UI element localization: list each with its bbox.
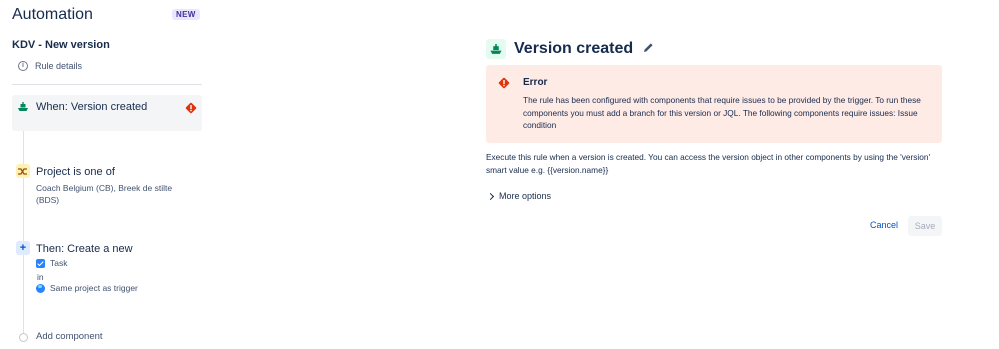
project-label: Same project as trigger xyxy=(50,283,138,293)
pencil-icon[interactable] xyxy=(643,40,654,58)
more-options-label: More options xyxy=(499,191,552,201)
save-button[interactable]: Save xyxy=(908,216,942,236)
timeline-connector xyxy=(23,120,24,335)
more-options-toggle[interactable]: More options xyxy=(486,191,552,201)
add-component-dot xyxy=(19,333,28,342)
rule-sidebar: Automation NEW KDV - New version i Rule … xyxy=(0,0,210,349)
trigger-step[interactable]: When: Version created xyxy=(12,95,202,131)
panel-title: Version created xyxy=(514,40,634,57)
plus-icon: + xyxy=(16,241,30,255)
ship-icon xyxy=(16,100,30,114)
action-step-label[interactable]: Then: Create a new xyxy=(36,243,133,255)
app-title: Automation xyxy=(12,6,93,23)
rule-name: KDV - New version xyxy=(12,39,110,51)
issue-type-label: Task xyxy=(50,258,68,268)
project-globe-icon xyxy=(36,283,45,293)
rule-details-label: Rule details xyxy=(35,61,83,71)
error-icon xyxy=(498,76,510,94)
error-message: The rule has been configured with compon… xyxy=(523,95,921,130)
panel-header: Version created xyxy=(486,39,654,59)
trigger-description: Execute this rule when a version is crea… xyxy=(486,152,931,175)
ship-icon xyxy=(486,39,506,59)
chevron-right-icon xyxy=(486,192,495,200)
cancel-button[interactable]: Cancel xyxy=(866,218,902,232)
add-component-button[interactable]: Add component xyxy=(36,331,103,342)
info-icon: i xyxy=(18,61,28,71)
new-badge: NEW xyxy=(172,9,200,20)
warning-diamond-icon xyxy=(185,101,197,119)
issue-type-row: Task xyxy=(36,258,67,268)
condition-step-label[interactable]: Project is one of xyxy=(36,166,115,178)
error-title: Error xyxy=(523,77,548,88)
shuffle-icon xyxy=(16,164,30,178)
project-row: Same project as trigger xyxy=(36,283,138,293)
sidebar-divider xyxy=(12,84,202,85)
in-text: in xyxy=(37,272,44,282)
trigger-label: When: Version created xyxy=(36,101,148,113)
condition-detail: Coach Belgium (CB), Breek de stilte (BDS… xyxy=(36,183,173,205)
error-banner: Error The rule has been configured with … xyxy=(486,65,942,143)
rule-details-link[interactable]: i Rule details xyxy=(18,61,82,71)
task-checkbox-icon xyxy=(36,258,45,268)
